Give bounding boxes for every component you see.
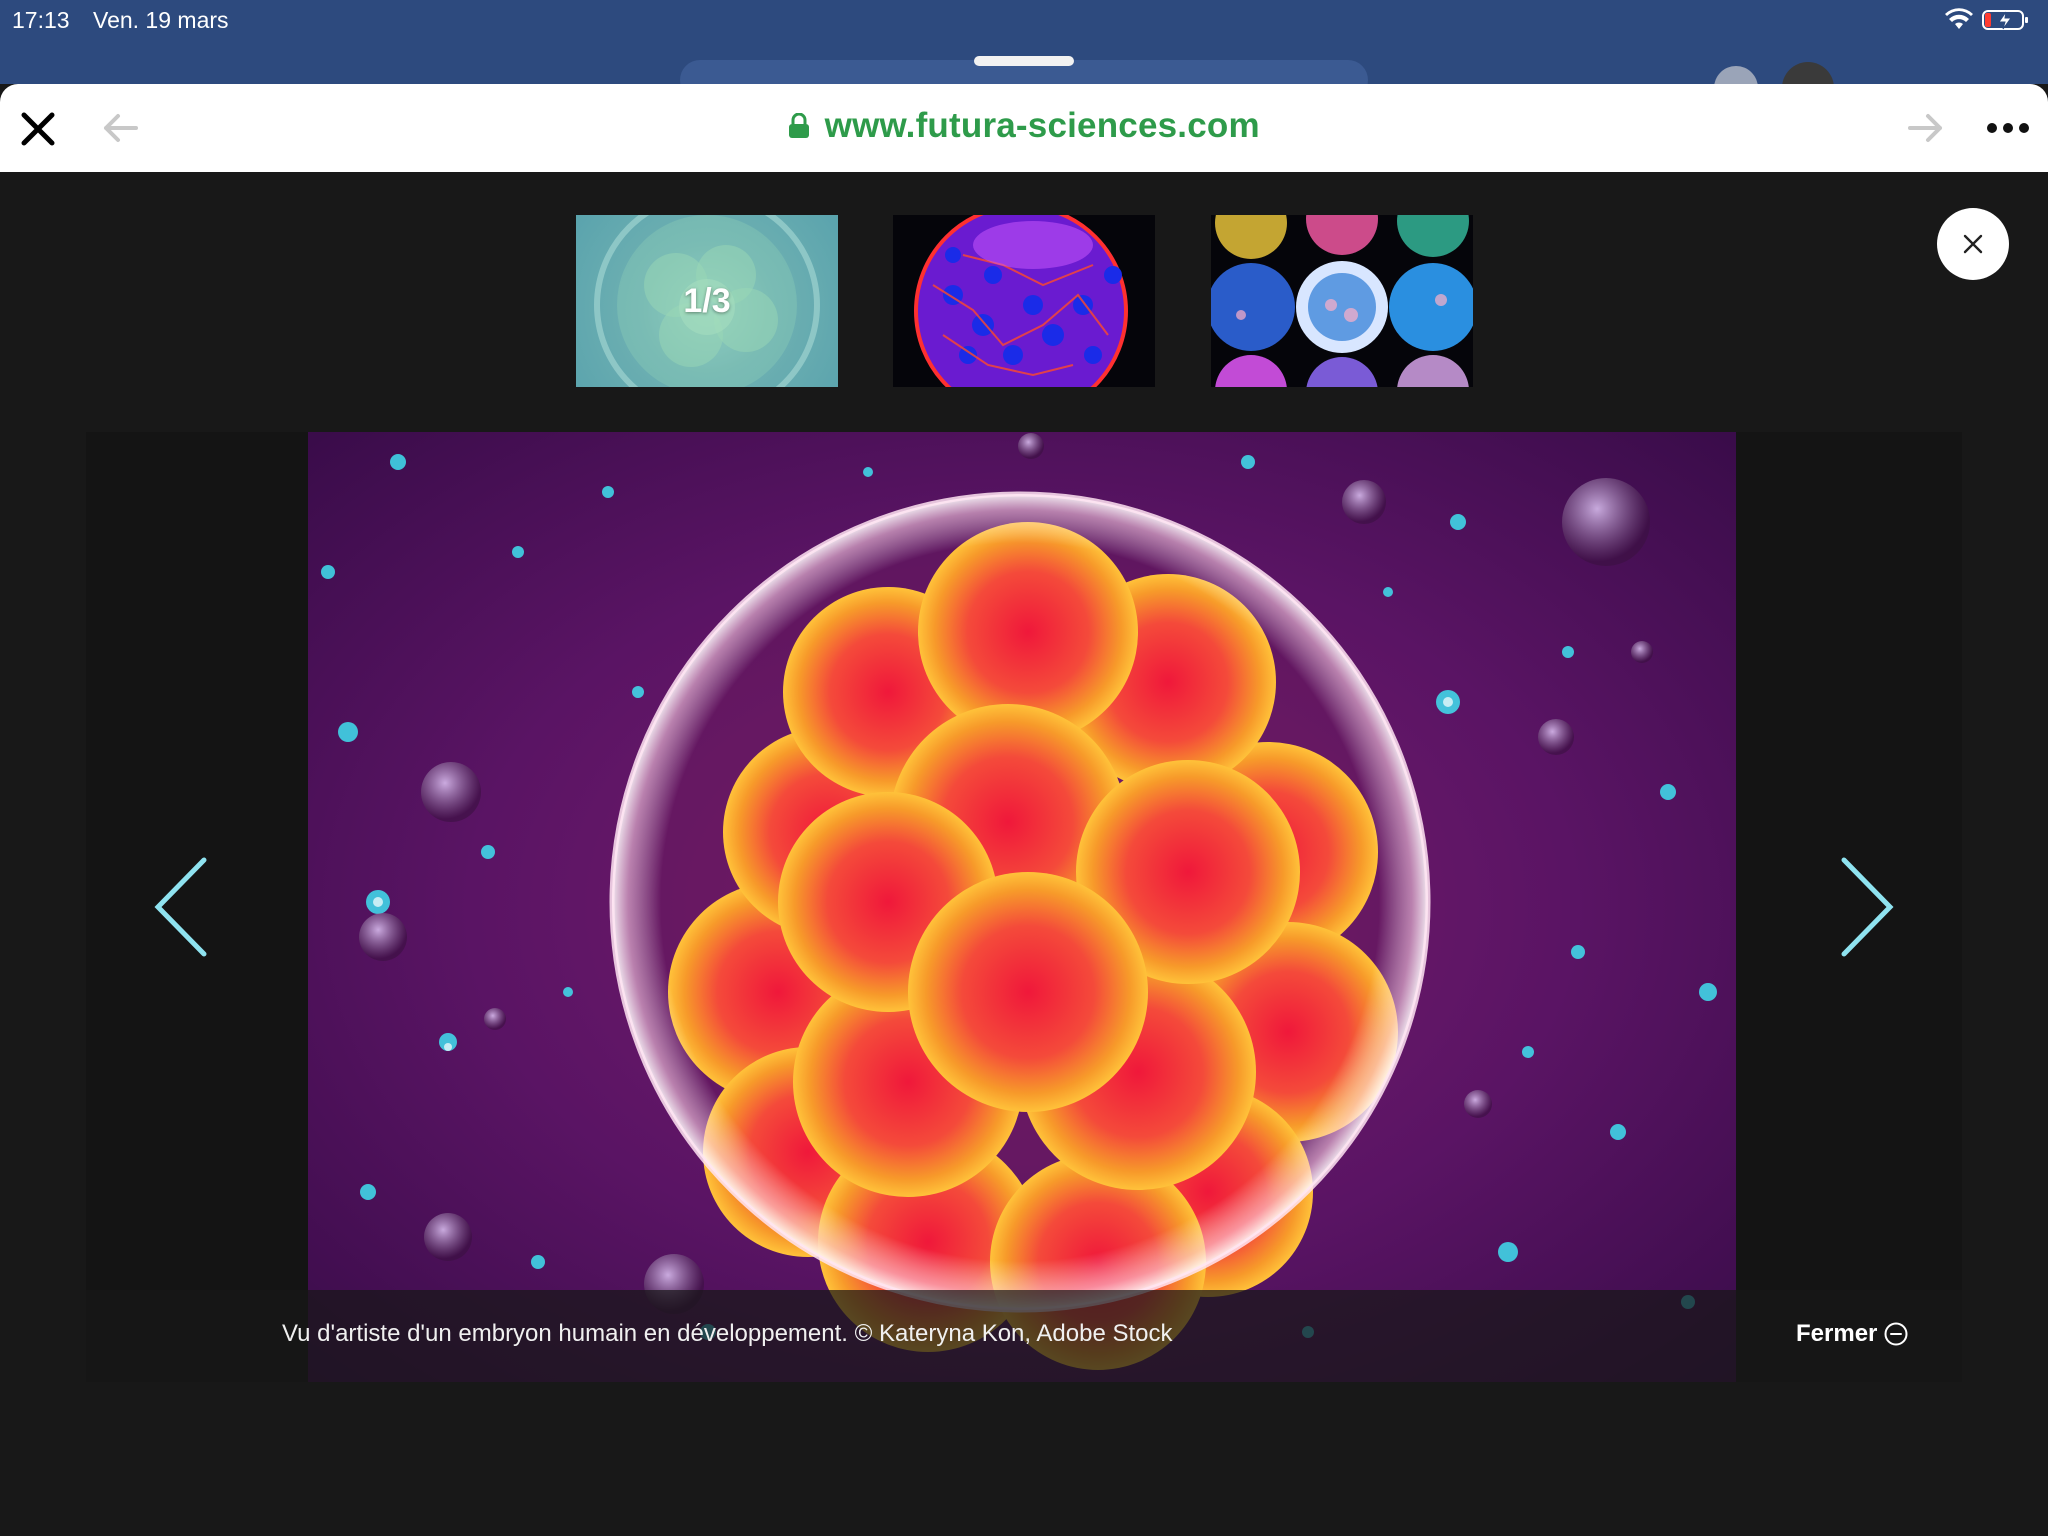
- forward-arrow-icon[interactable]: [1906, 111, 1946, 145]
- more-icon[interactable]: [1986, 121, 2030, 135]
- address-bar[interactable]: www.futura-sciences.com: [0, 106, 2048, 146]
- image-caption: Vu d'artiste d'un embryon humain en déve…: [282, 1320, 1173, 1347]
- fermer-label: Fermer: [1796, 1320, 1878, 1347]
- thumbnail-2-image: [914, 215, 1128, 387]
- battery-icon: [1982, 10, 2028, 30]
- thumbnail-2[interactable]: [893, 215, 1155, 387]
- status-icons: [1944, 8, 2030, 32]
- thumbnail-3-image: [1211, 215, 1473, 387]
- thumbnail-strip: 1/3: [0, 215, 2048, 387]
- embryo-illustration: [308, 432, 1736, 1382]
- chevron-left-icon[interactable]: [146, 852, 216, 962]
- thumbnail-1[interactable]: 1/3: [576, 215, 838, 387]
- wifi-icon: [1945, 8, 1973, 29]
- gallery-stage: Vu d'artiste d'un embryon humain en déve…: [86, 432, 1962, 1382]
- status-time: 17:13: [12, 7, 70, 33]
- main-image: [308, 432, 1736, 1382]
- close-icon: [1963, 234, 1983, 254]
- browser-toolbar: www.futura-sciences.com: [0, 84, 2048, 172]
- status-bar: 17:13 Ven. 19 mars: [0, 0, 2048, 114]
- fermer-button[interactable]: Fermer: [1796, 1320, 1909, 1348]
- image-counter: 1/3: [683, 281, 731, 320]
- url-text: www.futura-sciences.com: [824, 106, 1260, 145]
- sheet-grabber[interactable]: [974, 56, 1074, 66]
- circle-minus-icon: [1884, 1322, 1908, 1346]
- chevron-right-icon[interactable]: [1832, 852, 1902, 962]
- status-date: Ven. 19 mars: [93, 7, 229, 33]
- caption-bar: Vu d'artiste d'un embryon humain en déve…: [86, 1290, 1962, 1382]
- gallery-close-button[interactable]: [1937, 208, 2009, 280]
- thumbnail-3[interactable]: [1211, 215, 1473, 387]
- lock-icon: [789, 113, 810, 138]
